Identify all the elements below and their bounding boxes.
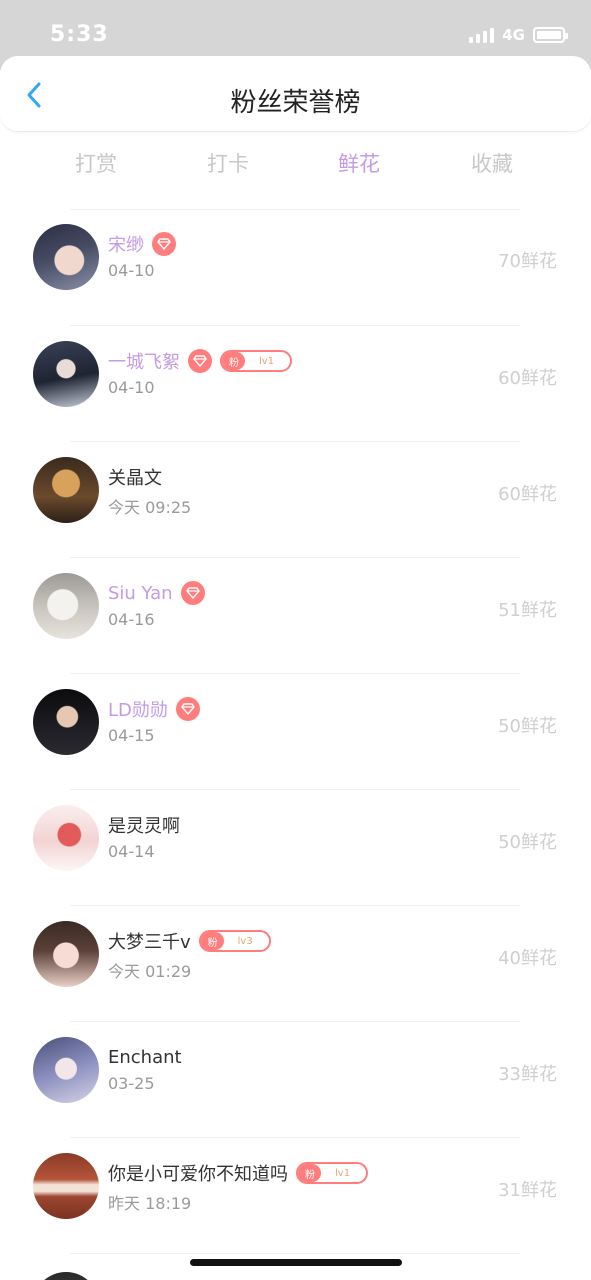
flower-count: 70鲜花 bbox=[498, 251, 557, 272]
list-item[interactable]: 关晶文 今天 09:25 60鲜花 bbox=[0, 442, 591, 558]
fan-date: 04-14 bbox=[108, 842, 155, 861]
fan-badge-level: lv1 bbox=[335, 1167, 351, 1179]
page-title: 粉丝荣誉榜 bbox=[230, 88, 361, 118]
avatar bbox=[33, 1153, 99, 1219]
fan-level-badge: 粉 lv1 bbox=[296, 1162, 369, 1184]
fan-date: 04-10 bbox=[108, 378, 155, 397]
tab-tips[interactable]: 打赏 bbox=[75, 148, 117, 178]
list-item[interactable]: LD勋勋 04-15 50鲜花 bbox=[0, 674, 591, 790]
flower-count: 50鲜花 bbox=[498, 832, 557, 853]
fan-name: Enchant bbox=[108, 1046, 182, 1068]
fan-badge-label: 粉 bbox=[298, 1164, 321, 1182]
status-time: 5:33 bbox=[50, 22, 109, 47]
signal-icon bbox=[469, 27, 495, 43]
avatar bbox=[33, 1037, 99, 1103]
fan-name: 关晶文 bbox=[108, 468, 162, 489]
battery-icon bbox=[533, 27, 568, 43]
list-item[interactable]: 大梦三千v 粉 lv3 今天 01:29 40鲜花 bbox=[0, 906, 591, 1022]
list-item[interactable]: 宋缈 04-10 70鲜花 bbox=[0, 209, 591, 325]
fan-date: 04-10 bbox=[108, 261, 155, 280]
list-item[interactable]: 是灵灵啊 04-14 50鲜花 bbox=[0, 790, 591, 906]
nav-header: 粉丝荣誉榜 bbox=[0, 56, 591, 132]
divider bbox=[70, 1253, 520, 1254]
fan-date: 今天 09:25 bbox=[108, 498, 192, 517]
diamond-icon bbox=[175, 697, 200, 721]
fan-date: 04-16 bbox=[108, 610, 155, 629]
fan-badge-level: lv3 bbox=[237, 935, 253, 947]
list-item[interactable]: 你是小可爱你不知道吗 粉 lv1 昨天 18:19 31鲜花 bbox=[0, 1138, 591, 1254]
flower-count: 33鲜花 bbox=[498, 1064, 557, 1085]
diamond-icon bbox=[180, 581, 205, 605]
avatar bbox=[33, 224, 99, 290]
fan-date: 昨天 18:19 bbox=[108, 1194, 192, 1213]
flower-count: 40鲜花 bbox=[498, 948, 557, 969]
tab-checkin[interactable]: 打卡 bbox=[207, 148, 249, 178]
list-item[interactable]: 一城飞絮 粉 lv1 04-10 60鲜花 bbox=[0, 326, 591, 442]
fan-name: 是灵灵啊 bbox=[108, 816, 180, 837]
flower-count: 60鲜花 bbox=[498, 484, 557, 505]
fan-badge-label: 粉 bbox=[222, 352, 245, 370]
avatar bbox=[33, 341, 99, 407]
diamond-icon bbox=[152, 232, 176, 256]
home-indicator[interactable] bbox=[190, 1259, 402, 1266]
flower-count: 51鲜花 bbox=[498, 600, 557, 621]
tab-favorites[interactable]: 收藏 bbox=[471, 148, 513, 178]
fan-badge-label: 粉 bbox=[200, 932, 224, 950]
diamond-icon bbox=[188, 349, 212, 373]
fan-name: 你是小可爱你不知道吗 bbox=[108, 1164, 288, 1185]
tab-bar: 打赏 打卡 鲜花 收藏 bbox=[0, 140, 591, 186]
avatar bbox=[33, 689, 99, 755]
fan-date: 今天 01:29 bbox=[108, 962, 192, 981]
avatar bbox=[33, 921, 99, 987]
flower-count: 60鲜花 bbox=[498, 368, 557, 389]
fan-date: 03-25 bbox=[108, 1074, 155, 1093]
fan-name: LD勋勋 bbox=[108, 700, 168, 721]
fan-name: 宋缈 bbox=[108, 235, 144, 256]
fan-level-badge: 粉 lv3 bbox=[198, 930, 271, 952]
avatar bbox=[33, 573, 99, 639]
fan-date: 04-15 bbox=[108, 726, 155, 745]
tab-flowers[interactable]: 鲜花 bbox=[338, 148, 380, 178]
avatar bbox=[33, 457, 99, 523]
fan-name: 大梦三千v bbox=[108, 932, 191, 953]
avatar bbox=[33, 805, 99, 871]
fan-name: Siu Yan bbox=[108, 582, 173, 604]
fan-name: 一城飞絮 bbox=[108, 352, 180, 373]
avatar bbox=[33, 1272, 99, 1280]
fan-level-badge: 粉 lv1 bbox=[220, 350, 293, 372]
fan-badge-level: lv1 bbox=[259, 355, 275, 367]
list-item[interactable]: Siu Yan 04-16 51鲜花 bbox=[0, 558, 591, 674]
list-item[interactable]: Enchant 03-25 33鲜花 bbox=[0, 1022, 591, 1138]
flower-count: 31鲜花 bbox=[498, 1180, 557, 1201]
flower-count: 50鲜花 bbox=[498, 716, 557, 737]
network-label: 4G bbox=[502, 26, 525, 44]
status-indicators: 4G bbox=[469, 26, 568, 44]
